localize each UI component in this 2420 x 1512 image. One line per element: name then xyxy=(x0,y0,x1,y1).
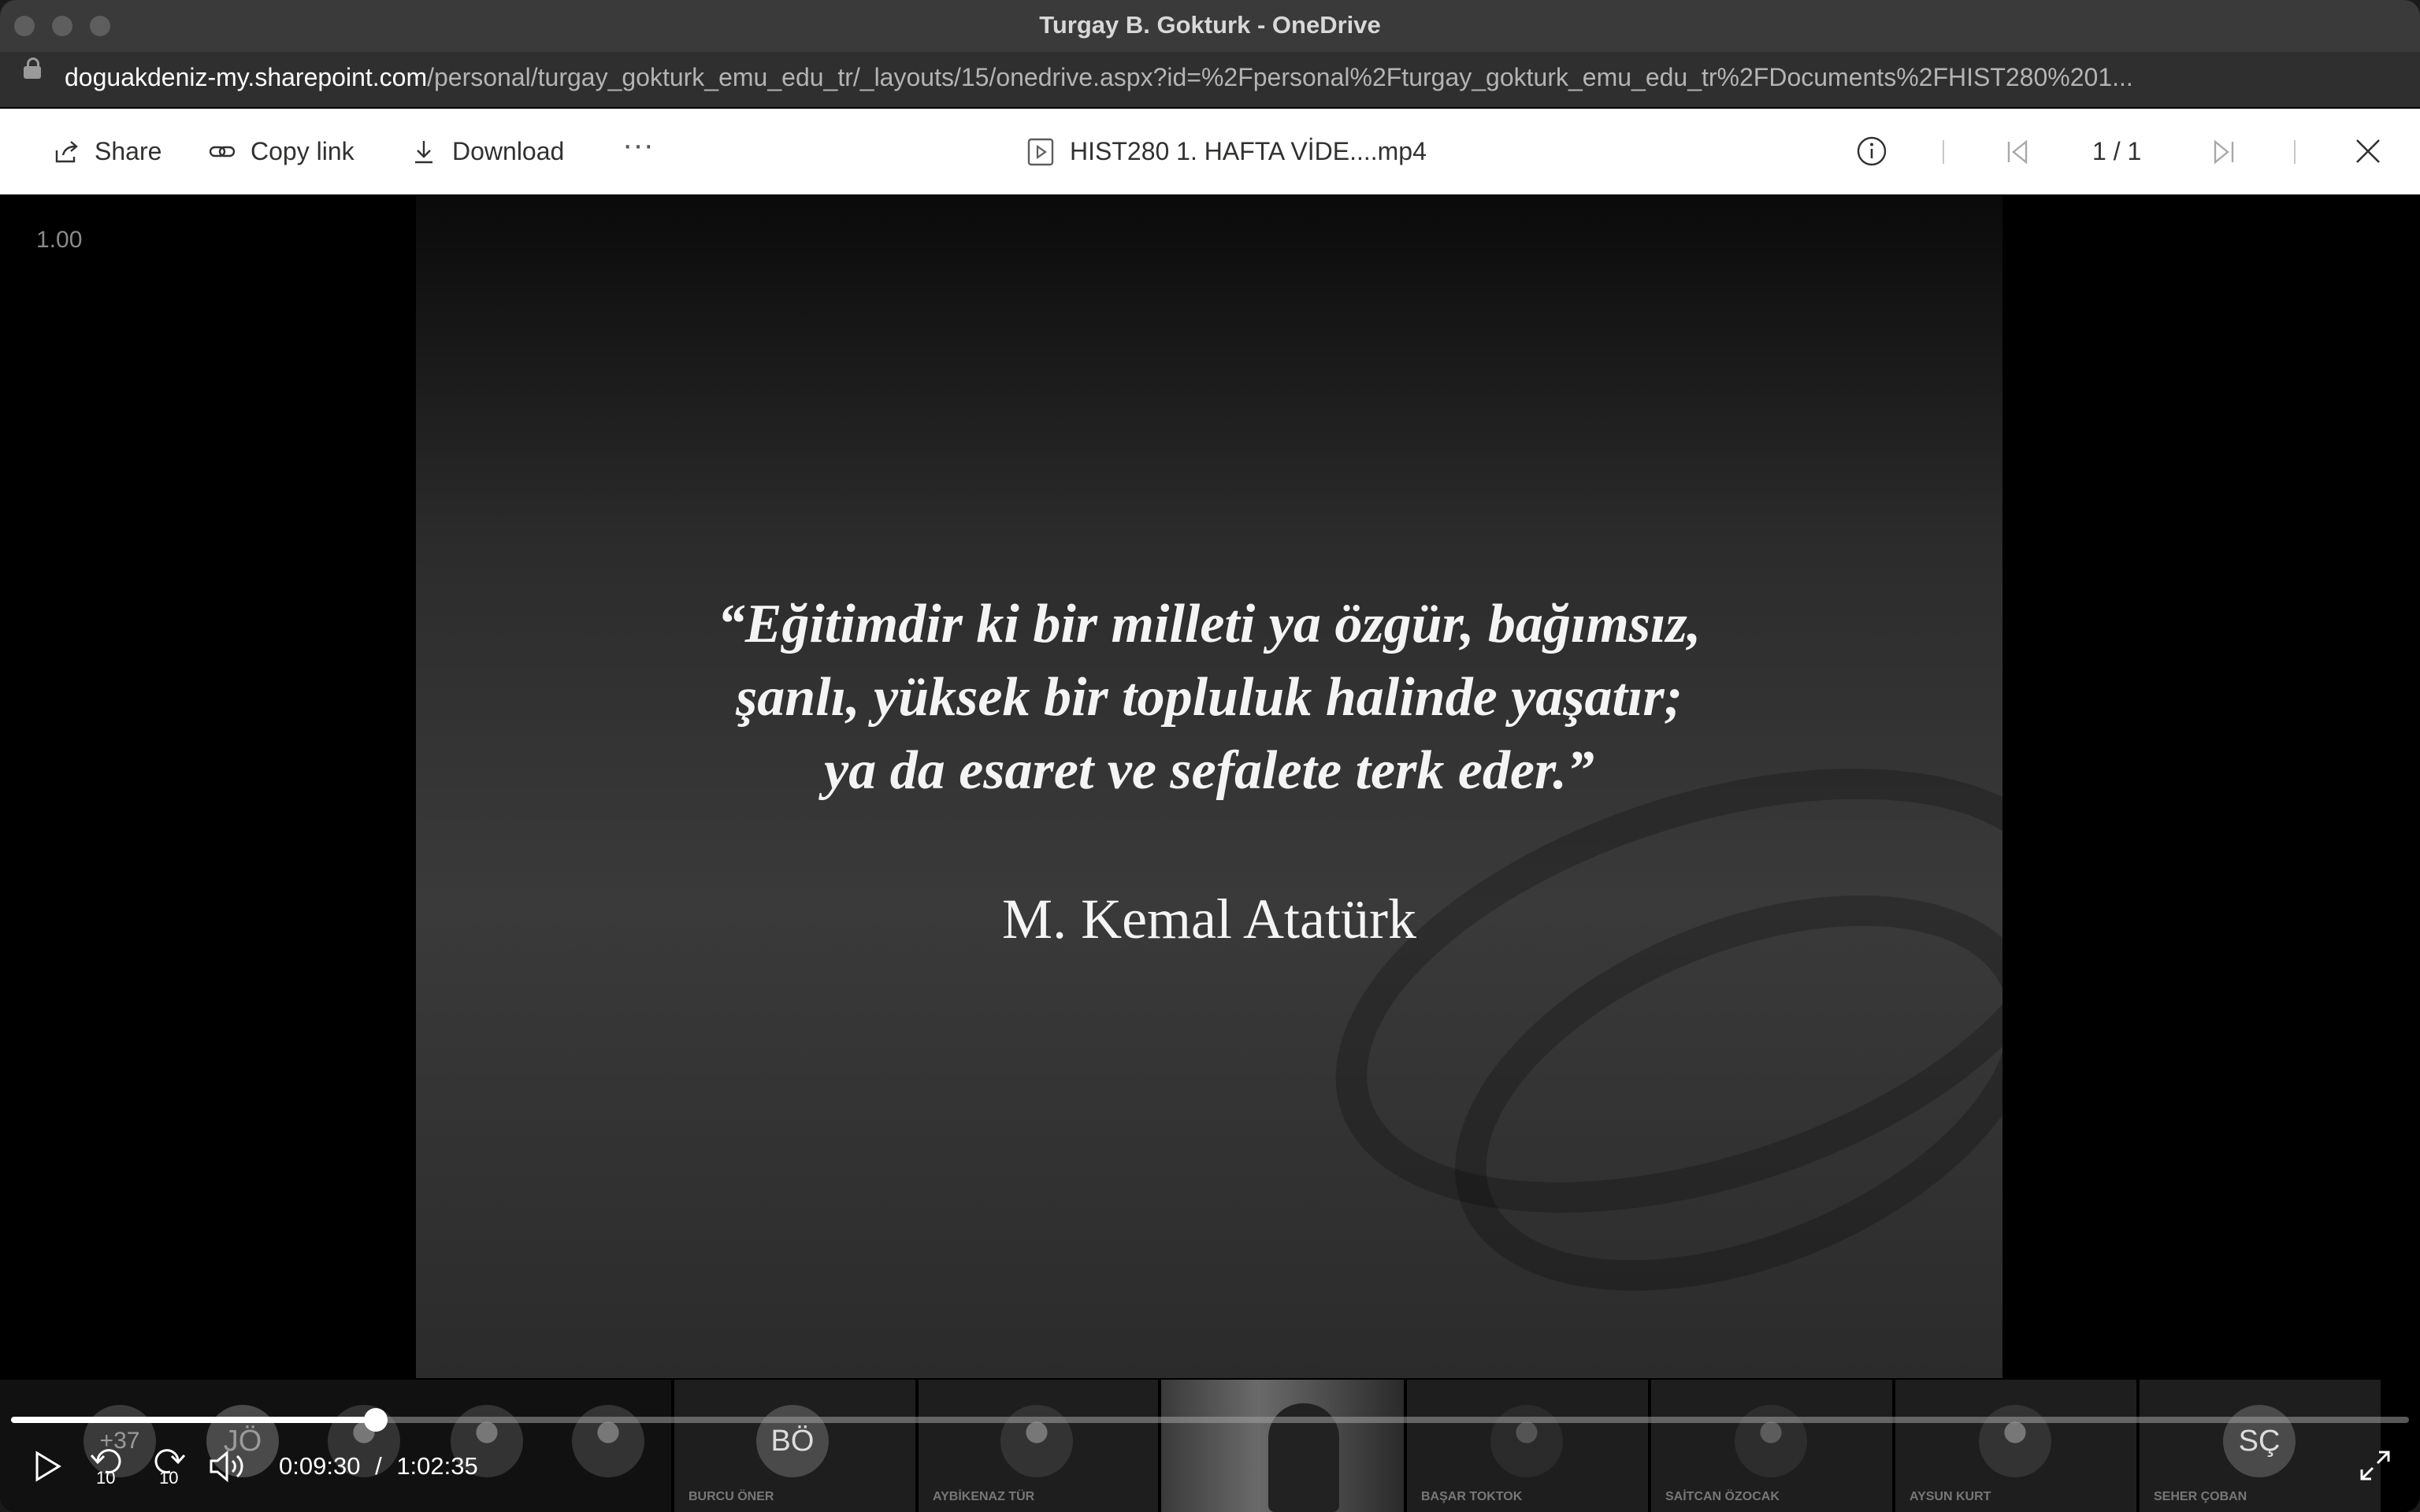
participant-name: SEHER ÇOBAN xyxy=(2154,1490,2247,1503)
copy-link-label: Copy link xyxy=(251,137,354,165)
video-file-icon xyxy=(1027,138,1054,165)
quote-author: M. Kemal Atatürk xyxy=(1002,888,1416,951)
download-label: Download xyxy=(452,137,565,165)
title-bar: Turgay B. Gokturk - OneDrive xyxy=(0,0,2420,53)
lock-icon xyxy=(24,57,41,79)
url-text[interactable]: doguakdeniz-my.sharepoint.com/personal/t… xyxy=(65,63,2133,92)
file-name: HIST280 1. HAFTA VİDE....mp4 xyxy=(1070,137,1427,165)
skip-back-button[interactable]: 10 xyxy=(88,1444,126,1492)
first-item-icon[interactable] xyxy=(2004,139,2031,165)
duration: 1:02:35 xyxy=(396,1452,478,1480)
participant-avatar xyxy=(1735,1405,1807,1477)
time-separator: / xyxy=(375,1452,382,1480)
participant-avatar: BÖ xyxy=(756,1405,829,1477)
slide-frame: “Eğitimdir ki bir milleti ya özgür, bağı… xyxy=(416,195,2002,1378)
time-display: 0:09:30 / 1:02:35 xyxy=(279,1452,478,1480)
participant-name: BURCU ÖNER xyxy=(689,1490,774,1503)
participant-name: AYBİKENAZ TÜR xyxy=(933,1490,1035,1503)
share-icon xyxy=(55,140,78,162)
fullscreen-icon[interactable] xyxy=(2359,1449,2392,1482)
close-viewer-icon[interactable] xyxy=(2354,137,2382,165)
current-time: 0:09:30 xyxy=(279,1452,361,1480)
participant-avatar xyxy=(1979,1405,2051,1477)
last-item-icon[interactable] xyxy=(2210,139,2237,165)
participant-avatar xyxy=(1000,1405,1073,1477)
download-button[interactable]: Download xyxy=(410,137,564,166)
url-path: /personal/turgay_gokturk_emu_edu_tr/_lay… xyxy=(427,63,2133,91)
url-domain: doguakdeniz-my.sharepoint.com xyxy=(65,63,428,91)
participant-avatar xyxy=(1490,1405,1563,1477)
volume-icon[interactable] xyxy=(208,1449,246,1484)
download-icon xyxy=(415,140,432,163)
page-indicator: 1 / 1 xyxy=(2092,137,2142,165)
skip-forward-seconds: 10 xyxy=(159,1468,179,1488)
quote-line: şanlı, yüksek bir topluluk halinde yaşat… xyxy=(736,667,1683,728)
playback-rate: 1.00 xyxy=(36,227,83,253)
play-icon[interactable] xyxy=(32,1449,63,1484)
more-actions-button[interactable]: ··· xyxy=(622,128,654,163)
toolbar-divider xyxy=(1943,140,1944,164)
participant-name: AYSUN KURT xyxy=(1910,1490,1991,1503)
seek-bar[interactable] xyxy=(11,1408,2409,1432)
seek-bar-handle[interactable] xyxy=(363,1408,388,1432)
participant-name: BAŞAR TOKTOK xyxy=(1421,1490,1523,1503)
copy-link-button[interactable]: Copy link xyxy=(208,137,354,166)
viewer-toolbar: Share Copy link Download ··· HIST280 1. … xyxy=(0,109,2420,195)
info-icon[interactable] xyxy=(1856,135,1887,167)
slide-quote: “Eğitimdir ki bir milleti ya özgür, bağı… xyxy=(416,587,2002,807)
participant-avatar: SÇ xyxy=(2223,1405,2296,1477)
participant-avatar xyxy=(572,1405,644,1477)
toolbar-divider xyxy=(2294,140,2296,164)
seek-bar-progress xyxy=(11,1417,376,1423)
skip-forward-button[interactable]: 10 xyxy=(150,1444,187,1492)
share-button[interactable]: Share xyxy=(52,137,161,166)
onedrive-window: Turgay B. Gokturk - OneDrive doguakdeniz… xyxy=(0,0,2420,1512)
share-label: Share xyxy=(95,137,162,165)
window-title: Turgay B. Gokturk - OneDrive xyxy=(1039,11,1381,39)
file-title: HIST280 1. HAFTA VİDE....mp4 xyxy=(1027,137,1427,166)
skip-back-seconds: 10 xyxy=(96,1468,116,1488)
participant-name: SAİTCAN ÖZOCAK xyxy=(1665,1490,1780,1503)
quote-line: “Eğitimdir ki bir milleti ya özgür, bağı… xyxy=(717,594,1702,654)
link-icon xyxy=(209,146,236,157)
quote-line: ya da esaret ve sefalete terk eder.” xyxy=(824,740,1594,801)
